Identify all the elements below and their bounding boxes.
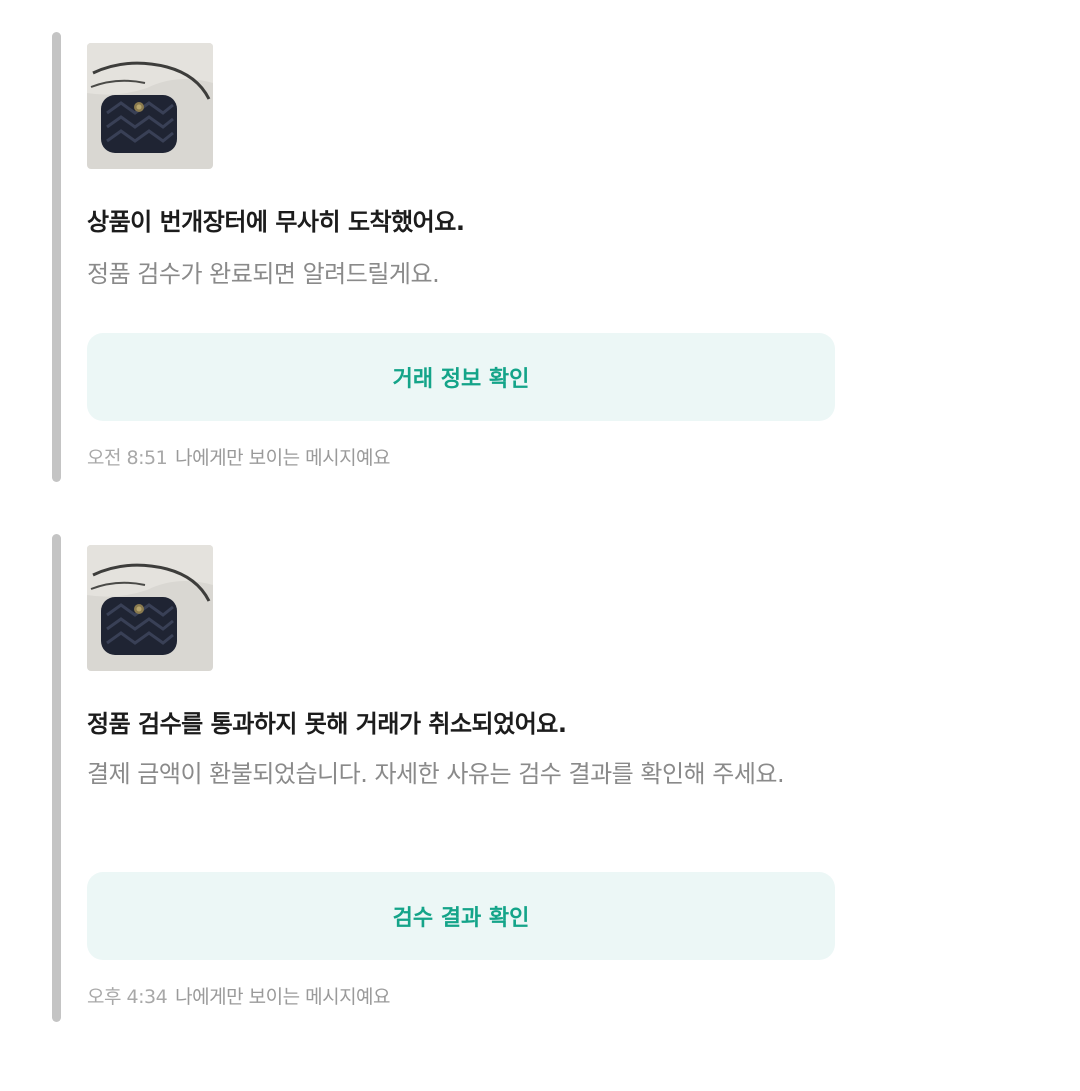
view-inspection-result-button[interactable]: 검수 결과 확인 — [87, 872, 835, 960]
message-title: 상품이 번개장터에 무사히 도착했어요. — [87, 208, 465, 236]
message-timestamp: 오후 4:34 — [87, 986, 168, 1008]
private-message-note: 나에게만 보이는 메시지예요 — [175, 986, 391, 1008]
message-meta: 오전 8:51 나에게만 보이는 메시지예요 — [87, 443, 391, 470]
message-title: 정품 검수를 통과하지 못해 거래가 취소되었어요. — [87, 710, 567, 738]
notification-message: 상품이 번개장터에 무사히 도착했어요. 정품 검수가 완료되면 알려드릴게요.… — [52, 32, 852, 482]
message-meta: 오후 4:34 나에게만 보이는 메시지예요 — [87, 982, 391, 1009]
product-thumbnail[interactable] — [87, 545, 213, 671]
message-accent-bar — [52, 32, 61, 482]
notification-message: 정품 검수를 통과하지 못해 거래가 취소되었어요. 결제 금액이 환불되었습니… — [52, 534, 852, 1022]
message-description: 결제 금액이 환불되었습니다. 자세한 사유는 검수 결과를 확인해 주세요. — [87, 760, 785, 788]
private-message-note: 나에게만 보이는 메시지예요 — [175, 447, 391, 469]
view-trade-info-button[interactable]: 거래 정보 확인 — [87, 333, 835, 421]
message-timestamp: 오전 8:51 — [87, 447, 168, 469]
message-description: 정품 검수가 완료되면 알려드릴게요. — [87, 260, 440, 288]
message-accent-bar — [52, 534, 61, 1022]
product-thumbnail[interactable] — [87, 43, 213, 169]
